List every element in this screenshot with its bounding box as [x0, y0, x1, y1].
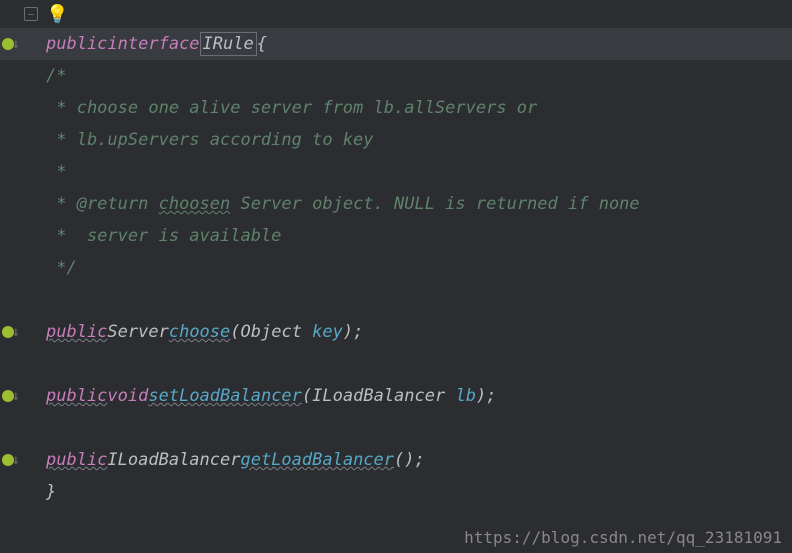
- param-type: Object: [241, 322, 313, 342]
- brace: {: [257, 34, 267, 54]
- gutter: [0, 124, 22, 156]
- code-content[interactable]: public interface IRule{: [22, 32, 267, 56]
- override-arrow-icon[interactable]: ↓: [12, 324, 20, 340]
- keyword: interface: [107, 34, 199, 54]
- code-line[interactable]: ↓ public ILoadBalancer getLoadBalancer()…: [0, 444, 792, 476]
- param-type: ILoadBalancer: [312, 386, 455, 406]
- gutter: [0, 412, 22, 444]
- override-arrow-icon[interactable]: ↓: [12, 452, 20, 468]
- code-line[interactable]: }: [0, 476, 792, 508]
- code-line[interactable]: */: [0, 252, 792, 284]
- code-line[interactable]: * server is available: [0, 220, 792, 252]
- keyword: public: [46, 322, 107, 342]
- code-line[interactable]: * @return choosen Server object. NULL is…: [0, 188, 792, 220]
- keyword: public: [46, 386, 107, 406]
- code-content[interactable]: public ILoadBalancer getLoadBalancer();: [22, 450, 425, 470]
- code-line[interactable]: * lb.upServers according to key: [0, 124, 792, 156]
- code-content[interactable]: * @return choosen Server object. NULL is…: [22, 194, 640, 214]
- keyword: public: [46, 34, 107, 54]
- return-type: ILoadBalancer: [107, 450, 240, 470]
- comment: */: [46, 258, 77, 278]
- param-name: key: [312, 322, 343, 342]
- return-type: Server: [107, 322, 168, 342]
- gutter: [0, 284, 22, 316]
- gutter: [0, 92, 22, 124]
- editor-top-bar: − 💡: [0, 0, 792, 28]
- return-type: void: [107, 386, 148, 406]
- method-name: setLoadBalancer: [148, 386, 302, 406]
- gutter[interactable]: ↓: [0, 380, 22, 412]
- comment: * lb.upServers according to key: [46, 130, 374, 150]
- gutter: [0, 476, 22, 508]
- override-arrow-icon[interactable]: ↓: [12, 388, 20, 404]
- gutter: [0, 348, 22, 380]
- code-content[interactable]: public Server choose(Object key);: [22, 322, 363, 342]
- brace: }: [46, 482, 56, 502]
- gutter: [0, 156, 22, 188]
- code-content[interactable]: }: [22, 482, 56, 502]
- lightbulb-icon[interactable]: 💡: [46, 4, 68, 25]
- code-line[interactable]: * choose one alive server from lb.allSer…: [0, 92, 792, 124]
- gutter: [0, 220, 22, 252]
- method-name: choose: [169, 322, 230, 342]
- override-arrow-icon[interactable]: ↓: [12, 36, 20, 52]
- code-line[interactable]: [0, 412, 792, 444]
- comment: Server object. NULL is returned if none: [230, 194, 639, 214]
- paren: (: [302, 386, 312, 406]
- paren: (: [230, 322, 240, 342]
- gutter: [0, 252, 22, 284]
- gutter: [0, 188, 22, 220]
- code-line[interactable]: ↓ public void setLoadBalancer(ILoadBalan…: [0, 380, 792, 412]
- code-line[interactable]: ↓ public interface IRule{: [0, 28, 792, 60]
- code-content[interactable]: */: [22, 258, 77, 278]
- code-content[interactable]: * server is available: [22, 226, 281, 246]
- code-line[interactable]: [0, 348, 792, 380]
- code-content[interactable]: * lb.upServers according to key: [22, 130, 374, 150]
- paren: );: [343, 322, 363, 342]
- code-content[interactable]: /*: [22, 66, 66, 86]
- code-editor[interactable]: − 💡 ↓ public interface IRule{ /* * choos…: [0, 0, 792, 553]
- paren: );: [476, 386, 496, 406]
- code-area[interactable]: ↓ public interface IRule{ /* * choose on…: [0, 28, 792, 553]
- comment: *: [46, 162, 77, 182]
- gutter[interactable]: ↓: [0, 316, 22, 348]
- code-content[interactable]: public void setLoadBalancer(ILoadBalance…: [22, 386, 496, 406]
- paren: );: [404, 450, 424, 470]
- class-name: IRule: [200, 32, 257, 56]
- code-content[interactable]: *: [22, 162, 77, 182]
- code-line[interactable]: ↓ public Server choose(Object key);: [0, 316, 792, 348]
- method-name: getLoadBalancer: [240, 450, 394, 470]
- doc-typo: choosen: [159, 194, 231, 214]
- code-content[interactable]: * choose one alive server from lb.allSer…: [22, 98, 537, 118]
- keyword: public: [46, 450, 107, 470]
- gutter[interactable]: ↓: [0, 444, 22, 476]
- comment: * server is available: [46, 226, 281, 246]
- code-line[interactable]: /*: [0, 60, 792, 92]
- fold-icon[interactable]: −: [24, 7, 38, 21]
- paren: (: [394, 450, 404, 470]
- param-name: lb: [455, 386, 475, 406]
- watermark: https://blog.csdn.net/qq_23181091: [464, 528, 782, 547]
- gutter[interactable]: ↓: [0, 28, 22, 60]
- comment: /*: [46, 66, 66, 86]
- gutter: [0, 60, 22, 92]
- comment: * @return: [46, 194, 159, 214]
- code-line[interactable]: [0, 284, 792, 316]
- code-line[interactable]: *: [0, 156, 792, 188]
- comment: * choose one alive server from lb.allSer…: [46, 98, 537, 118]
